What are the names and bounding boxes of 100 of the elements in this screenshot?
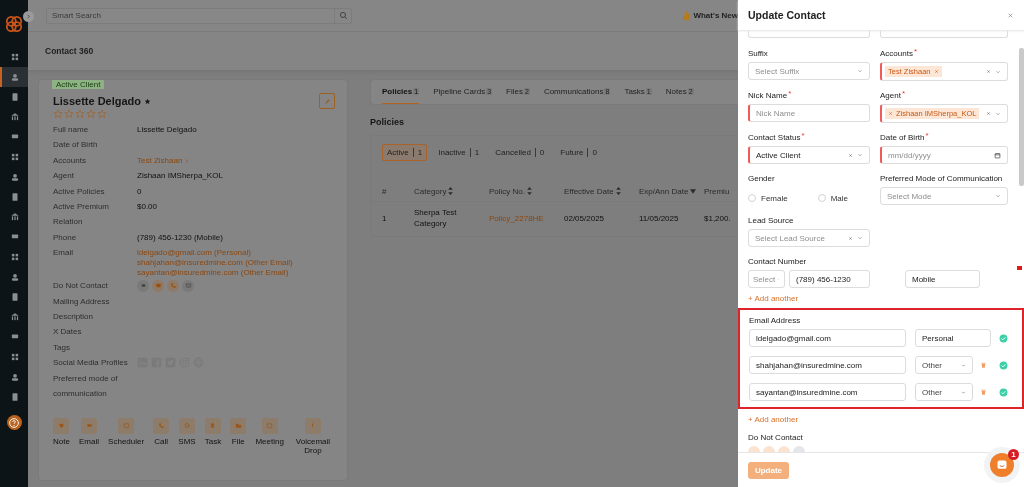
contact-channel-button[interactable] [167,279,179,292]
filter-tab[interactable]: Inactive 1 [433,144,485,161]
collapse-button[interactable] [23,11,34,22]
input-field[interactable]: Nick Name [748,104,870,122]
column-header[interactable]: # [382,186,387,196]
action-button[interactable]: SMS [178,417,196,455]
column-header[interactable]: Premiu [704,186,730,196]
field-label: Suffix [748,49,768,58]
column-header[interactable]: Policy No. [489,186,525,196]
contact-channel-button[interactable] [182,279,194,292]
chevron-right-icon [184,157,191,164]
field-label: Phone [53,231,78,244]
dropdown[interactable]: Select Mode [880,187,1008,205]
clear-icon [986,69,991,74]
contact-name: Lissette Delgado [53,95,142,107]
input-field[interactable] [880,30,1008,38]
calendar-icon [994,151,1001,159]
scrollbar[interactable] [1019,48,1024,186]
whats-new-link[interactable]: What's New [693,11,738,20]
nav-icon [10,292,20,302]
email-field[interactable]: sayantan@insuredmine.com [749,383,906,401]
phone-type-field[interactable]: Mobile [905,270,980,288]
nav-icon [10,372,20,382]
field-label: Email [53,247,74,260]
nav-icon [10,352,20,362]
field-value: Zishaan IMSherpa_KOL [137,171,223,181]
add-another-link[interactable]: + Add another [748,294,799,303]
edit-button[interactable] [319,93,335,109]
add-another-link[interactable]: + Add another [748,415,799,424]
country-code-dropdown[interactable]: Select [748,270,785,288]
clear-icon [986,111,991,116]
table-cell-text: $1,200. [704,212,732,224]
column-header[interactable]: Category [414,186,447,196]
page-title: Contact 360 [45,46,94,56]
help-button[interactable] [6,415,22,430]
action-button[interactable]: File [230,417,247,455]
trash-icon[interactable] [979,361,987,369]
field-label: Date of Birth [53,139,99,152]
action-button[interactable]: Scheduler [108,417,145,455]
field-label: Relation [53,216,84,229]
field-label: X Dates [53,326,83,339]
folder-icon [234,422,242,429]
note-icon [57,422,65,429]
phone-icon [157,422,165,429]
filter-tab[interactable]: Active 1 [382,144,428,161]
contact-channel-button[interactable] [152,279,164,292]
field-label: Tags [53,341,71,354]
chevron-down-icon [961,389,966,395]
email-type-dropdown[interactable]: Other [915,383,973,401]
field-label: Lead Source [748,216,794,225]
flame-icon [682,10,692,21]
sidebar-item[interactable] [0,67,28,87]
action-button[interactable]: Task [204,417,222,455]
close-icon [1006,11,1014,19]
field-label: Mailing Address [53,295,111,308]
field-value: Lissette Delgado [137,125,197,135]
help-icon [9,417,19,428]
dropdown[interactable]: Select Suffix [748,62,870,80]
star-rating[interactable] [53,109,107,119]
trash-icon[interactable] [979,388,987,396]
filter-tab[interactable]: Future 0 [555,144,602,161]
chat-icon [996,459,1008,471]
action-button[interactable]: Note [53,417,70,455]
radio-label[interactable]: Female [761,193,788,203]
field-label: Preferred mode of communication [53,372,119,401]
dropdown[interactable]: Select Lead Source [748,229,870,247]
close-button[interactable] [1006,11,1014,19]
action-button[interactable]: Email [79,417,99,455]
email-field[interactable]: shahjahan@insuredmine.com [749,356,906,374]
phone-icon [169,282,177,290]
column-header[interactable]: Exp/Ann Date [639,186,689,196]
action-button[interactable]: Call [153,417,170,455]
chevron-down-icon [857,235,863,241]
input-field[interactable] [748,30,870,38]
envelope-icon [154,282,162,290]
column-header[interactable]: Effective Date [564,186,614,196]
field-label: Active Premium [53,201,110,214]
email-field[interactable]: ldelgado@gmail.com [749,329,906,347]
table-cell-text: Sherpa Test Category [414,207,458,229]
email-type-dropdown[interactable]: Other [915,356,973,374]
remove-icon[interactable] [888,111,893,116]
filter-tab[interactable]: Cancelled 0 [490,144,550,161]
email-type-field[interactable]: Personal [915,329,991,347]
contact-channel-button[interactable] [137,279,149,292]
radio-label[interactable]: Male [830,193,849,203]
action-button[interactable]: Voicemail Drop [292,417,333,455]
action-button[interactable]: Meeting [255,417,284,455]
date-field[interactable]: mm/dd/yyyy [880,146,1008,164]
field-value: 0 [137,186,142,196]
search-field[interactable]: Smart Search [46,7,352,24]
field-label: Date of Birth [880,133,925,142]
phone-field[interactable]: (789) 456-1230 [789,270,870,288]
nav-icon [10,72,20,82]
chevron-down-icon [961,362,966,368]
star-icon [53,109,63,119]
table-cell-text: 02/05/2025 [564,212,606,224]
remove-icon[interactable] [933,69,939,74]
section-title: Policies [370,117,406,127]
dropdown[interactable]: Active Client [748,146,870,164]
clear-icon [848,235,853,241]
